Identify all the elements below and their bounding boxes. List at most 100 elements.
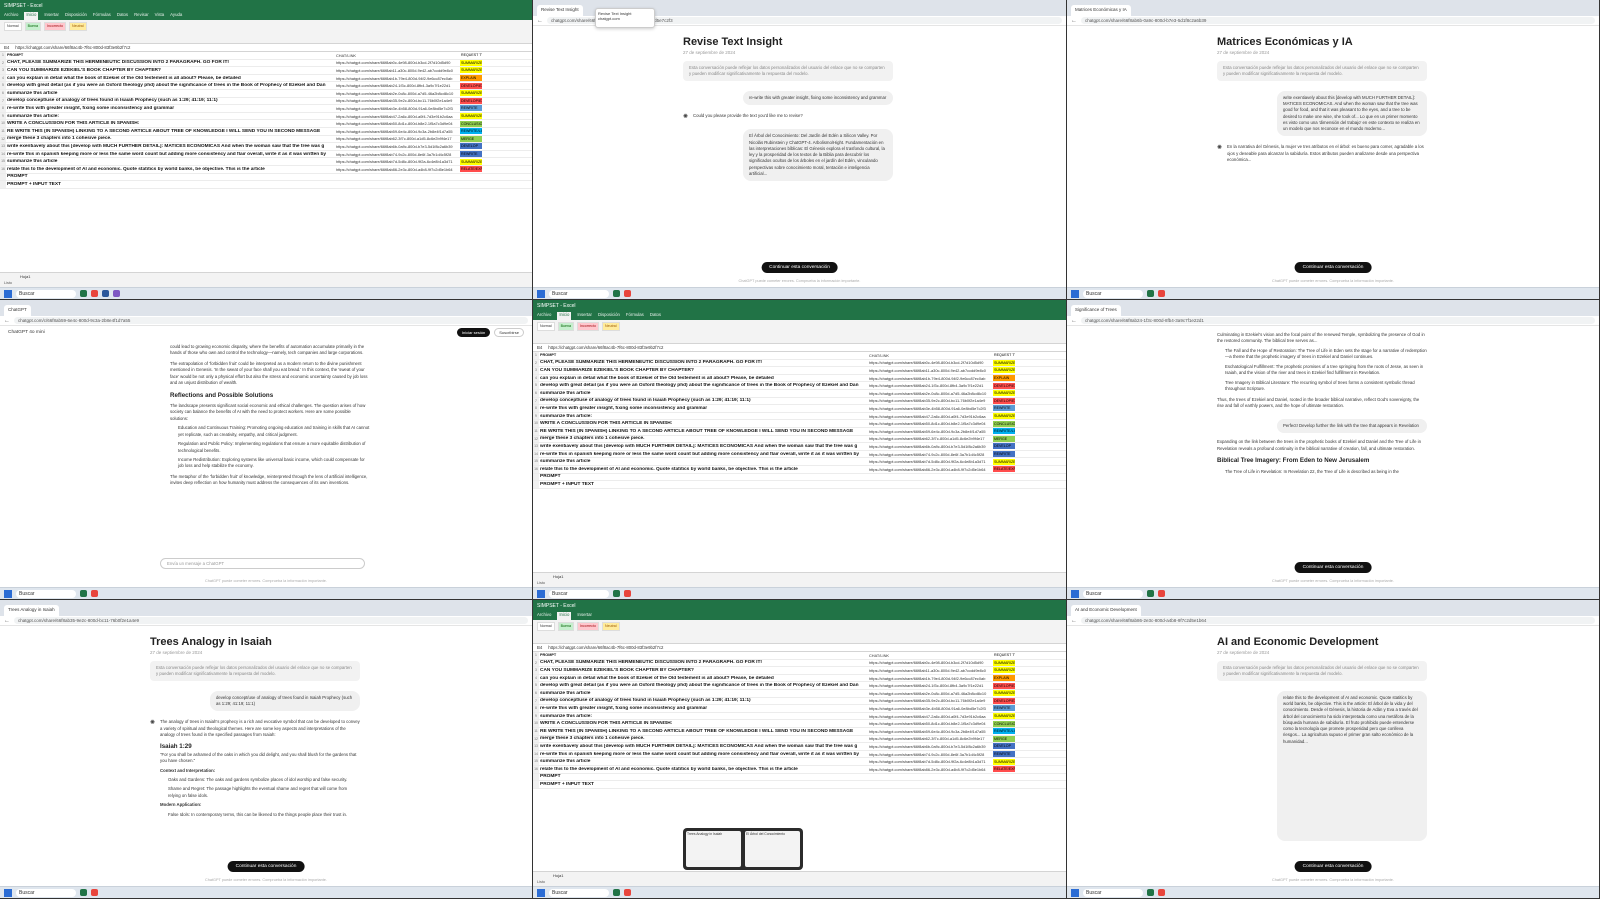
table-row[interactable]: 11 RE WRITE THIS (IN SPANISH) LINKING TO … <box>0 127 532 136</box>
prompt-cell[interactable]: WRITE A CONCLUSSION FOR THIS ARTICLE IN … <box>539 421 869 426</box>
link-cell[interactable]: https://chatgpt.com/share/66f8ab0c-4e98-… <box>869 360 993 365</box>
type-cell[interactable]: EXPLAIN <box>460 75 482 82</box>
style-normal[interactable]: Normal <box>4 22 22 31</box>
table-row[interactable]: 2 CHAT, PLEASE SUMMARIZE THIS HERMENEUTIC… <box>533 359 1066 368</box>
tab-archivo[interactable]: Archivo <box>537 612 551 620</box>
link-cell[interactable]: https://chatgpt.com/share/66f8ab6b-0a9c-… <box>869 444 993 449</box>
link-cell[interactable]: https://chatgpt.com/share/66f8ab62-3f7c-… <box>869 436 993 441</box>
link-cell[interactable]: https://chatgpt.com/share/66f8ab1b-79e4-… <box>336 76 460 81</box>
type-cell[interactable]: REWRITE <box>993 451 1015 458</box>
thumbnail-arbol[interactable]: El Árbol del Conocimiento <box>745 831 800 867</box>
type-cell[interactable]: SUMMARIZE <box>993 713 1015 720</box>
table-row[interactable]: 15 summarize this article https://chatgpt.… <box>533 758 1066 766</box>
formula-value[interactable]: https://chatgpt.com/share/66f8ac4b-7f6c-… <box>15 45 130 50</box>
tab-inicio[interactable]: Inicio <box>557 612 572 620</box>
windows-icon[interactable] <box>1071 289 1079 298</box>
prompt-cell[interactable]: write exentiavely about this [develop wi… <box>539 744 869 749</box>
url-field[interactable]: chatgpt.com/c/66f8ab59-6e4c-800d-9c3a-2b… <box>14 317 528 324</box>
table-row[interactable]: 10 WRITE A CONCLUSSION FOR THIS ARTICLE I… <box>533 420 1066 428</box>
style-neutral[interactable]: Neutral <box>601 622 620 631</box>
prompt-cell[interactable]: relate this to the development of AI and… <box>539 467 869 472</box>
table-row[interactable]: 6 summarize this article https://chatgpt.c… <box>533 389 1066 398</box>
link-cell[interactable]: https://chatgpt.com/share/66f8ab6b-0a9c-… <box>336 144 460 149</box>
taskbar-search[interactable]: Buscar <box>16 589 76 598</box>
type-cell[interactable]: RELATE/EXPAND <box>460 166 482 173</box>
excel-app-icon[interactable] <box>80 889 87 896</box>
taskbar-search[interactable]: Buscar <box>16 888 76 897</box>
taskbar-search[interactable]: Buscar <box>549 589 609 598</box>
prompt-cell[interactable]: can you explain in detail what the book … <box>539 376 869 381</box>
footer-row[interactable]: PROMPT + INPUT TEXT <box>0 181 532 189</box>
tab-insertar[interactable]: Insertar <box>577 312 592 320</box>
table-row[interactable]: 12 merge these 3 chapters into 1 cohesive… <box>533 435 1066 444</box>
type-cell[interactable]: CONCLUSION <box>993 720 1015 727</box>
prompt-cell[interactable]: re-write this with greater insight, fixi… <box>539 706 869 711</box>
style-buena[interactable]: Buena <box>557 322 574 331</box>
type-cell[interactable]: SUMMARIZE <box>460 158 482 165</box>
type-cell[interactable]: SUMMARIZE <box>460 113 482 120</box>
prompt-cell[interactable]: CAN YOU SUMMARIZE EZEKIEL'S BOOK CHAPTER… <box>539 668 869 673</box>
back-icon[interactable]: ← <box>1071 618 1077 624</box>
link-cell[interactable]: https://chatgpt.com/share/66f8ab74-9c2c-… <box>869 452 993 457</box>
prompt-cell[interactable]: summarize this article <box>539 391 869 396</box>
type-cell[interactable]: DEVELOP <box>993 443 1015 450</box>
excel-app-icon[interactable] <box>613 290 620 297</box>
windows-icon[interactable] <box>4 289 12 298</box>
prompt-cell[interactable]: re-write this with greater insight, fixi… <box>6 106 336 111</box>
chrome-app-icon[interactable] <box>1158 889 1165 896</box>
tab-archivo[interactable]: Archivo <box>537 312 551 320</box>
browser-tab[interactable]: Significance of Trees <box>1071 305 1121 316</box>
link-cell[interactable]: https://chatgpt.com/share/66f8ab11-a30c-… <box>869 368 993 373</box>
windows-icon[interactable] <box>1071 589 1079 598</box>
style-normal[interactable]: Normal <box>537 322 555 331</box>
type-cell[interactable]: SUMMARIZE <box>993 659 1015 666</box>
formula-value[interactable]: https://chatgpt.com/share/66f8ac4b-7f6c-… <box>548 345 663 350</box>
prompt-cell[interactable]: summarize this article <box>539 759 869 764</box>
windows-icon[interactable] <box>537 888 545 897</box>
login-button[interactable]: Iniciar sesión <box>456 327 491 337</box>
table-row[interactable]: 14 re-write this in spanish keeping more … <box>533 750 1066 759</box>
style-buena[interactable]: Buena <box>24 22 41 31</box>
link-cell[interactable]: https://chatgpt.com/share/66f8ab50-8d1c-… <box>869 421 993 426</box>
url-field[interactable]: chatgpt.com/share/66f8ab86-2e3c-800d-a4b… <box>1081 617 1595 624</box>
type-cell[interactable]: SUMMARIZE <box>993 667 1015 674</box>
link-cell[interactable]: https://chatgpt.com/share/66f8ab86-2e3c-… <box>869 467 993 472</box>
type-cell[interactable]: SUMMARIZE <box>993 367 1015 374</box>
link-cell[interactable]: https://chatgpt.com/share/66f8ab24-1f3c-… <box>869 683 993 688</box>
type-cell[interactable]: EXPLAIN <box>993 675 1015 682</box>
prompt-cell[interactable]: CAN YOU SUMMARIZE EZEKIEL'S BOOK CHAPTER… <box>539 368 869 373</box>
chrome-app-icon[interactable] <box>91 889 98 896</box>
chrome-app-icon[interactable] <box>91 590 98 597</box>
footer-row[interactable]: PROMPT <box>533 473 1066 482</box>
type-cell[interactable]: MERGE <box>993 735 1015 742</box>
prompt-cell[interactable]: re-write this in spanish keeping more or… <box>539 452 869 457</box>
browser-tab[interactable]: Matrices Económicas y IA <box>1071 5 1131 16</box>
prompt-cell[interactable]: summarize this article: <box>6 114 336 119</box>
link-cell[interactable]: https://chatgpt.com/share/66f8ab74-9c2c-… <box>869 752 993 757</box>
link-cell[interactable]: https://chatgpt.com/share/66f8ab74-9c2c-… <box>336 152 460 157</box>
type-cell[interactable]: REWRITE <box>993 705 1015 712</box>
prompt-cell[interactable]: merge these 3 chapters into 1 cohesive p… <box>6 136 336 141</box>
table-row[interactable]: 15 summarize this article https://chatgpt.… <box>533 458 1066 466</box>
table-row[interactable]: 16 relate this to the development of AI a… <box>533 765 1066 774</box>
continue-button[interactable]: Continuar esta conversación <box>1294 861 1372 872</box>
link-cell[interactable]: https://chatgpt.com/share/66f8ab50-8d1c-… <box>336 121 460 126</box>
table-row[interactable]: 2 CHAT, PLEASE SUMMARIZE THIS HERMENEUTIC… <box>0 59 532 68</box>
chrome-app-icon[interactable] <box>1158 290 1165 297</box>
type-cell[interactable]: DEVELOP/EXPAND <box>460 97 482 104</box>
type-cell[interactable]: SUMMARIZE <box>993 413 1015 420</box>
link-cell[interactable]: https://chatgpt.com/share/66f8ab24-1f3c-… <box>336 83 460 88</box>
link-cell[interactable]: https://chatgpt.com/share/66f8ab59-6e4c-… <box>869 729 993 734</box>
type-cell[interactable]: SUMMARIZE <box>460 90 482 97</box>
table-row[interactable]: 9 summarize this article: https://chatgpt.… <box>533 412 1066 421</box>
taskbar-search[interactable]: Buscar <box>549 888 609 897</box>
tab-datos[interactable]: Datos <box>117 12 128 20</box>
table-row[interactable]: 9 summarize this article: https://chatgpt.… <box>533 712 1066 721</box>
prompt-cell[interactable]: relate this to the development of AI and… <box>6 167 336 172</box>
type-cell[interactable]: SUMMARIZE <box>993 758 1015 765</box>
formula-bar[interactable]: B4 https://chatgpt.com/share/66f8ac4b-7f6… <box>533 644 1066 652</box>
table-row[interactable]: 12 merge these 3 chapters into 1 cohesive… <box>533 735 1066 744</box>
table-row[interactable]: 9 summarize this article: https://chatgpt.… <box>0 112 532 121</box>
tab-disposicion[interactable]: Disposición <box>65 12 87 20</box>
link-cell[interactable]: https://chatgpt.com/share/66f8ab35-9e2c-… <box>869 698 993 703</box>
